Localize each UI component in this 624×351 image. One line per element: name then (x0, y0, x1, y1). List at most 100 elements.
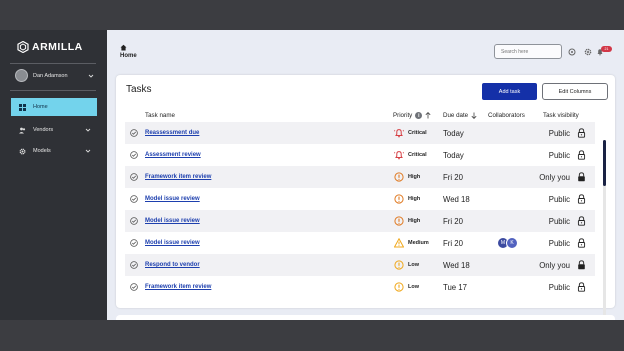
sidebar-item-models[interactable]: Models (11, 142, 97, 160)
task-name-link[interactable]: Model issue review (145, 196, 200, 202)
chevron-down-icon (84, 147, 92, 155)
brand-logo[interactable]: ARMILLA (17, 41, 83, 53)
sidebar-item-vendors[interactable]: Vendors (11, 121, 97, 139)
visibility-label: Public (548, 217, 570, 226)
due-date: Fri 20 (443, 239, 463, 248)
column-label: Task visibility (543, 112, 579, 119)
priority-label: Low (408, 284, 419, 290)
table-row[interactable]: Assessment review Critical Today Public (125, 144, 595, 166)
secondary-card (116, 315, 615, 320)
due-date: Today (443, 151, 464, 160)
column-label: Due date (443, 112, 469, 119)
column-label: Collaborators (488, 112, 525, 119)
column-header-task-name[interactable]: Task name (145, 112, 175, 119)
table-row[interactable]: Respond to vendor Low Wed 18 Only you (125, 254, 595, 276)
priority-label: Medium (408, 240, 429, 246)
task-name-link[interactable]: Reassessment due (145, 130, 199, 136)
alert-circle-icon (394, 194, 404, 204)
sort-up-arrow-icon[interactable] (425, 112, 431, 119)
unlock-icon[interactable] (577, 216, 586, 226)
table-row[interactable]: Framework item review Low Tue 17 Public (125, 276, 595, 298)
unlock-icon[interactable] (577, 282, 586, 292)
card-title: Tasks (126, 84, 152, 95)
search-input[interactable] (494, 44, 562, 59)
priority-label: Critical (408, 152, 427, 158)
priority-label: High (408, 174, 421, 180)
task-name-link[interactable]: Assessment review (145, 152, 201, 158)
unlock-icon[interactable] (577, 238, 586, 248)
home-icon[interactable] (120, 44, 127, 51)
settings-icon[interactable] (584, 48, 592, 56)
due-date: Today (443, 129, 464, 138)
users-icon (19, 127, 26, 134)
priority-label: High (408, 218, 421, 224)
unlock-icon[interactable] (577, 194, 586, 204)
column-header-due-date[interactable]: Due date (443, 112, 477, 119)
column-header-visibility[interactable]: Task visibility (543, 112, 579, 119)
task-name-link[interactable]: Respond to vendor (145, 262, 200, 268)
scrollbar[interactable] (603, 140, 606, 320)
table-row[interactable]: Model issue review High Wed 18 Public (125, 188, 595, 210)
table-row[interactable]: Framework item review High Fri 20 Only y… (125, 166, 595, 188)
alert-triangle-icon (394, 238, 404, 248)
sort-down-arrow-icon[interactable] (471, 112, 477, 119)
sidebar-item-label: Vendors (33, 127, 54, 133)
sidebar-divider (10, 90, 96, 91)
collaborator-avatar[interactable]: K (506, 237, 518, 249)
armilla-logo-icon (17, 41, 29, 53)
visibility-label: Public (548, 283, 570, 292)
due-date: Fri 20 (443, 173, 463, 182)
visibility-label: Public (548, 195, 570, 204)
sidebar-divider (10, 63, 96, 64)
complete-check-icon[interactable] (130, 239, 138, 247)
bell-alert-icon (394, 128, 404, 138)
complete-check-icon[interactable] (130, 129, 138, 137)
visibility-label: Only you (539, 173, 570, 182)
lock-icon[interactable] (577, 260, 586, 270)
add-task-button[interactable]: Add task (482, 83, 537, 100)
column-header-collaborators[interactable]: Collaborators (488, 112, 525, 119)
task-name-link[interactable]: Model issue review (145, 218, 200, 224)
info-icon[interactable]: i (415, 112, 423, 119)
column-header-priority[interactable]: Priority i (393, 112, 431, 119)
task-name-link[interactable]: Framework item review (145, 284, 211, 290)
brand-name: ARMILLA (32, 41, 83, 53)
scrollbar-thumb[interactable] (603, 140, 606, 186)
sidebar-item-home[interactable]: Home (11, 98, 97, 116)
complete-check-icon[interactable] (130, 151, 138, 159)
alert-circle-icon (394, 260, 404, 270)
column-label: Task name (145, 112, 175, 119)
visibility-label: Only you (539, 261, 570, 270)
complete-check-icon[interactable] (130, 283, 138, 291)
bell-alert-icon (394, 150, 404, 160)
due-date: Tue 17 (443, 283, 467, 292)
unlock-icon[interactable] (577, 128, 586, 138)
task-name-link[interactable]: Framework item review (145, 174, 211, 180)
sidebar-item-label: Models (33, 148, 51, 154)
grid-icon (19, 103, 26, 111)
user-name: Dan Adamson (33, 72, 68, 79)
table-row[interactable]: Reassessment due Critical Today Public (125, 122, 595, 144)
task-name-link[interactable]: Model issue review (145, 240, 200, 246)
chevron-down-icon (84, 126, 92, 134)
complete-check-icon[interactable] (130, 261, 138, 269)
gear-icon (19, 148, 26, 155)
table-row[interactable]: Model issue review High Fri 20 Public (125, 210, 595, 232)
unlock-icon[interactable] (577, 150, 586, 160)
alert-circle-icon (394, 282, 404, 292)
avatar (15, 69, 28, 82)
collaborators: MK (497, 237, 518, 249)
priority-label: Low (408, 262, 419, 268)
table-row[interactable]: Model issue review Medium Fri 20 MK Publ… (125, 232, 595, 254)
user-menu[interactable]: Dan Adamson (15, 69, 95, 82)
complete-check-icon[interactable] (130, 173, 138, 181)
help-icon[interactable] (568, 48, 576, 56)
page-title: Home (120, 53, 137, 59)
complete-check-icon[interactable] (130, 195, 138, 203)
top-header: Home 21 (107, 30, 624, 68)
notification-badge: 21 (601, 46, 612, 52)
edit-columns-button[interactable]: Edit Columns (542, 83, 608, 100)
complete-check-icon[interactable] (130, 217, 138, 225)
lock-icon[interactable] (577, 172, 586, 182)
due-date: Fri 20 (443, 217, 463, 226)
